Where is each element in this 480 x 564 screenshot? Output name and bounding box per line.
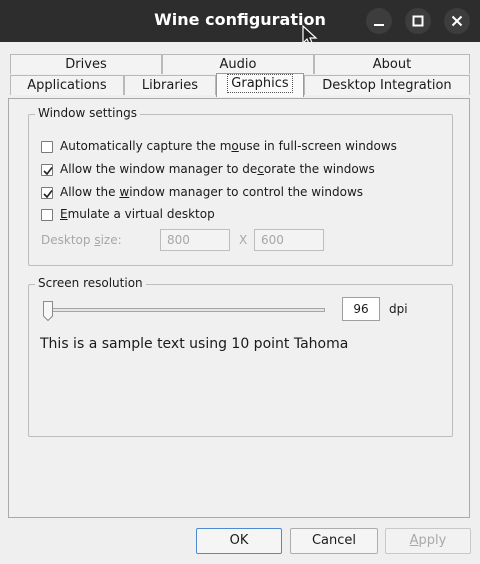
capture-mouse-checkbox[interactable] <box>41 141 53 153</box>
title-bar[interactable]: Wine configuration <box>0 0 480 47</box>
maximize-icon <box>412 15 424 27</box>
tab-label: Desktop Integration <box>322 78 452 93</box>
tab-label: Drives <box>65 57 107 72</box>
dpi-unit-label: dpi <box>389 302 408 316</box>
window-settings-legend: Window settings <box>35 106 140 120</box>
tab-label: Graphics <box>227 74 293 93</box>
tab-drives[interactable]: Drives <box>10 54 162 74</box>
desktop-size-label: Desktop size: <box>41 233 122 247</box>
minimize-button[interactable] <box>366 8 392 34</box>
ok-button[interactable]: OK <box>196 528 282 554</box>
cancel-button[interactable]: Cancel <box>290 528 378 554</box>
graphics-tab-pane: Window settings Automatically capture th… <box>8 98 470 518</box>
screen-resolution-group: Screen resolution 96 dpi This is a sampl… <box>28 276 453 437</box>
tab-applications[interactable]: Applications <box>10 75 124 95</box>
dpi-slider-thumb[interactable] <box>43 301 53 321</box>
desktop-size-separator: X <box>239 233 248 247</box>
decorate-windows-label: Allow the window manager to decorate the… <box>60 162 375 176</box>
tab-label: About <box>372 57 412 72</box>
tab-graphics[interactable]: Graphics <box>216 73 304 97</box>
screen-resolution-legend: Screen resolution <box>35 276 146 290</box>
minimize-icon <box>374 24 384 26</box>
tab-about[interactable]: About <box>314 54 470 74</box>
window-settings-group: Window settings Automatically capture th… <box>28 106 453 266</box>
control-windows-label: Allow the window manager to control the … <box>60 185 364 199</box>
checkmark-icon <box>43 167 53 176</box>
tab-label: Libraries <box>141 78 199 93</box>
apply-button[interactable]: Apply <box>385 528 471 554</box>
sample-text: This is a sample text using 10 point Tah… <box>40 336 349 352</box>
dpi-input[interactable]: 96 <box>342 297 380 321</box>
close-button[interactable] <box>444 8 470 34</box>
desktop-width-input[interactable]: 800 <box>160 229 230 251</box>
capture-mouse-label: Automatically capture the mouse in full-… <box>60 139 397 153</box>
checkmark-icon <box>43 190 53 199</box>
virtual-desktop-checkbox[interactable] <box>41 209 53 221</box>
dpi-slider-track[interactable] <box>47 308 325 312</box>
dialog-client-area: Drives Audio About Applications Librarie… <box>0 42 480 564</box>
tab-audio[interactable]: Audio <box>162 54 314 74</box>
close-icon <box>451 15 463 27</box>
tab-label: Audio <box>219 57 257 72</box>
tab-libraries[interactable]: Libraries <box>124 75 216 95</box>
tab-label: Applications <box>27 78 107 93</box>
decorate-windows-checkbox[interactable] <box>41 164 53 176</box>
virtual-desktop-label: Emulate a virtual desktop <box>60 207 215 221</box>
maximize-button[interactable] <box>405 8 431 34</box>
control-windows-checkbox[interactable] <box>41 187 53 199</box>
tab-desktop-integration[interactable]: Desktop Integration <box>304 75 470 95</box>
desktop-height-input[interactable]: 600 <box>254 229 324 251</box>
